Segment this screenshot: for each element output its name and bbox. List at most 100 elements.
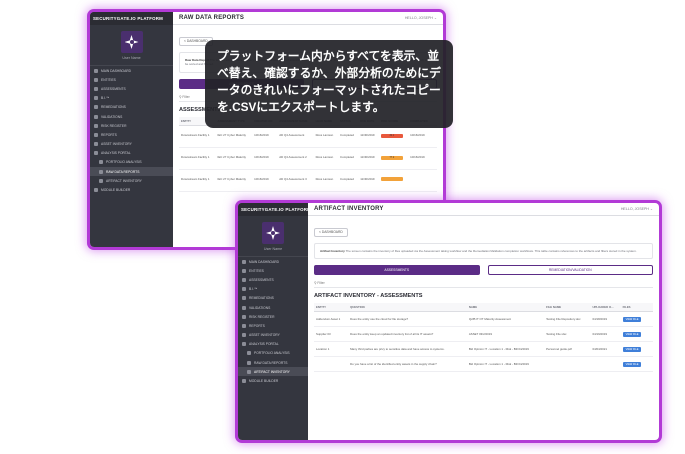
table-body: Addendum Asset 1 Does the entity use the … <box>314 311 653 373</box>
view-file-button[interactable]: VIEW FILE <box>622 316 642 323</box>
nav-icon <box>242 323 246 328</box>
column-settings-icon[interactable] <box>648 303 653 313</box>
sidebar-item[interactable]: ENTITIES <box>238 266 308 275</box>
cell-file <box>544 356 591 373</box>
artifact-inventory-window: SECURITYGATE.IO PLATFORM User Name MAIN … <box>238 203 659 440</box>
view-file-button[interactable]: VIEW FILE <box>622 331 642 338</box>
sidebar-item[interactable]: PORTFOLIO ANALYSIS <box>238 349 308 358</box>
sidebar-item[interactable]: ASSET INVENTORY <box>90 140 173 149</box>
cell-lead: Ross Lamson <box>313 169 339 192</box>
nav-icon <box>94 86 98 91</box>
sidebar-item-label: PORTFOLIO ANALYSIS <box>106 160 142 165</box>
sidebar-item-label: B.I.™ <box>101 96 110 101</box>
cell-type: IEC 27 Cyber Maturity <box>215 147 253 170</box>
cell-action: VIEW FILE <box>620 341 649 358</box>
column-header[interactable]: UPLOADED O... <box>590 303 621 313</box>
row-spacer <box>648 341 653 358</box>
sidebar-item[interactable]: MODULE BUILDER <box>90 185 173 194</box>
table-row[interactable]: Do you have a list of the identified ent… <box>314 356 653 373</box>
sidebar-item[interactable]: ANALYSIS PORTAL <box>238 340 308 349</box>
sidebar-item[interactable]: REPORTS <box>238 321 308 330</box>
view-file-button[interactable]: VIEW FILE <box>622 361 642 368</box>
tab-remediation-validation[interactable]: REMEDIATION/VALIDATION <box>487 265 653 276</box>
cell-entity: Supplier 03 <box>314 326 349 343</box>
nav-icon <box>94 188 98 193</box>
dashboard-back-button[interactable]: < DASHBOARD <box>314 227 348 237</box>
user-menu[interactable]: HELLO, JOSEPH ⌄ <box>405 16 437 20</box>
sidebar-item[interactable]: B.I.™ <box>90 94 173 103</box>
sidebar-item[interactable]: ARTIFACT INVENTORY <box>238 367 308 377</box>
nav-icon <box>94 132 98 137</box>
row-spacer <box>648 356 653 373</box>
cell-created: 10/16/2019 <box>252 147 278 170</box>
logo-icon <box>120 31 143 53</box>
column-header[interactable]: ENTITY <box>314 303 349 313</box>
row-spacer <box>432 147 437 170</box>
sidebar-item[interactable]: REPORTS <box>90 130 173 139</box>
sidebar-item[interactable]: VALIDATIONS <box>238 303 308 312</box>
sidebar-item[interactable]: MODULE BUILDER <box>238 376 308 385</box>
tab-bar: ASSESSMENTS REMEDIATION/VALIDATION <box>314 265 653 276</box>
nav-icon <box>94 68 98 73</box>
sidebar-item-label: REPORTS <box>101 132 117 137</box>
nav-icon <box>94 142 98 147</box>
sidebar: SECURITYGATE.IO PLATFORM User Name MAIN … <box>238 203 311 440</box>
cell-entity: Addendum Asset 1 <box>314 311 349 328</box>
sidebar-item[interactable]: REMEDIATIONS <box>90 103 173 112</box>
cell-name: Bid Opinion IT - Location 1 - Risk - Bil… <box>466 356 545 373</box>
table-row[interactable]: Downstream Facility 1 IEC 27 Cyber Maturi… <box>179 147 437 170</box>
sidebar-item[interactable]: REMEDIATIONS <box>238 294 308 303</box>
sidebar-item[interactable]: MAIN DASHBOARD <box>238 257 308 266</box>
nav-icon <box>247 360 251 365</box>
column-header[interactable]: NAME <box>466 303 545 313</box>
tab-assessments[interactable]: ASSESSMENTS <box>314 265 480 276</box>
cell-question: Many third parties are privy to sensitiv… <box>348 341 467 358</box>
sidebar-item[interactable]: PORTFOLIO ANALYSIS <box>90 158 173 167</box>
table-row[interactable]: Supplier 03 Does the entity keep an updat… <box>314 326 653 343</box>
sidebar-item[interactable]: B.I.™ <box>238 285 308 294</box>
sidebar-item[interactable]: RISK REGISTER <box>238 312 308 321</box>
user-menu[interactable]: HELLO, JOSEPH ⌄ <box>621 207 653 211</box>
nav-icon <box>242 277 246 282</box>
sidebar-item[interactable]: VALIDATIONS <box>90 112 173 121</box>
sidebar-item-label: REMEDIATIONS <box>249 296 274 301</box>
sidebar-item[interactable]: ANALYSIS PORTAL <box>90 149 173 158</box>
sidebar-item[interactable]: ASSESSMENTS <box>90 84 173 93</box>
sidebar-item[interactable]: RAW DATA REPORTS <box>238 358 308 367</box>
sidebar-item[interactable]: RISK REGISTER <box>90 121 173 130</box>
sidebar-item[interactable]: ASSESSMENTS <box>238 275 308 284</box>
content: < DASHBOARD Artifact Inventory The scree… <box>308 216 659 376</box>
table-row[interactable]: Addendum Asset 1 Does the entity use the … <box>314 311 653 328</box>
cell-uploaded <box>590 356 621 373</box>
sidebar-item-label: ARTIFACT INVENTORY <box>106 178 142 183</box>
nav-icon <box>247 351 251 356</box>
view-file-button[interactable]: VIEW FILE <box>622 346 642 353</box>
column-header[interactable]: FILES <box>620 303 649 313</box>
sidebar-item[interactable]: ARTIFACT INVENTORY <box>90 176 173 185</box>
table-row[interactable]: Location 1 Many third parties are privy t… <box>314 341 653 358</box>
cell-question: Do you have a list of the identified ent… <box>348 356 467 373</box>
cell-uploaded: 04/18/2019 <box>590 311 621 328</box>
sidebar-item-label: REPORTS <box>249 323 265 328</box>
sidebar-item[interactable]: ASSET INVENTORY <box>238 331 308 340</box>
table-row[interactable]: Downstream Facility 1 IEC 27 Cyber Maturi… <box>179 169 437 192</box>
filter-toggle[interactable]: ⚲ Filter <box>314 281 653 289</box>
cell-uploaded: 04/19/2019 <box>590 326 621 343</box>
table-row[interactable]: Downstream Facility 1 IEC 27 Cyber Maturi… <box>179 125 437 148</box>
sidebar-item[interactable]: ENTITIES <box>90 75 173 84</box>
description-title: Artifact Inventory <box>320 249 345 253</box>
cell-question: Does the entity keep an updated inventor… <box>348 326 467 343</box>
section-title: ARTIFACT INVENTORY - ASSESSMENTS <box>314 293 423 300</box>
cell-due: 11/30/2019 <box>358 169 379 192</box>
platform-title: SECURITYGATE.IO PLATFORM <box>238 203 311 216</box>
cell-name: ASSET 03/2/2019 <box>466 326 545 343</box>
sidebar-item[interactable]: MAIN DASHBOARD <box>90 66 173 75</box>
nav-icon <box>242 333 246 338</box>
platform-title: SECURITYGATE.IO PLATFORM <box>90 12 173 25</box>
nav-icon <box>242 314 246 319</box>
row-spacer <box>648 326 653 343</box>
sidebar-item[interactable]: RAW DATA REPORTS <box>90 167 173 177</box>
column-header[interactable]: QUESTION <box>348 303 467 313</box>
cell-name: AD Q4 Assessment 2 <box>277 147 314 170</box>
column-header[interactable]: FILE NAME <box>544 303 591 313</box>
